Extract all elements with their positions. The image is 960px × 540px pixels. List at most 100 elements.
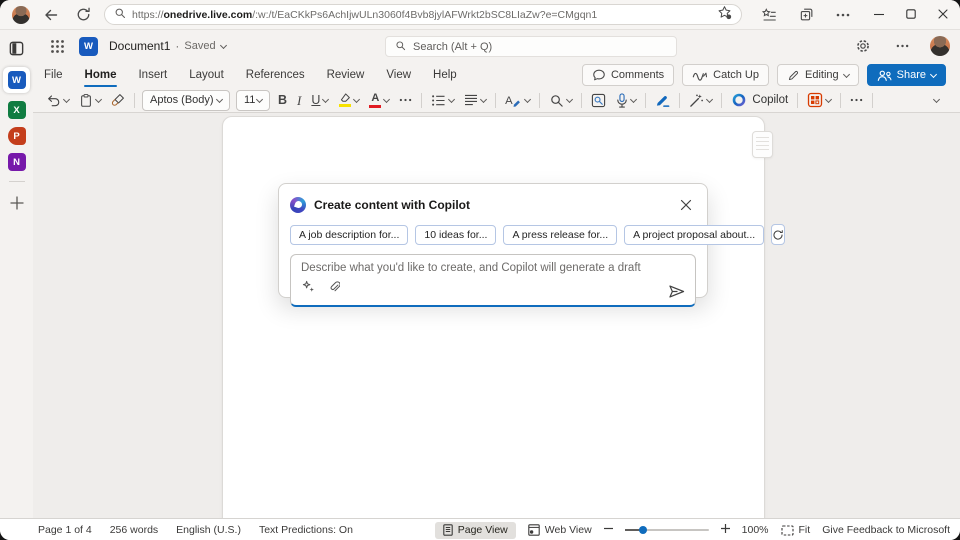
catch-up-button[interactable]: Catch Up [682,64,769,86]
maximize-icon[interactable] [906,6,916,24]
align-icon [464,94,478,106]
styles-button[interactable]: A [500,88,535,112]
menu-home[interactable]: Home [74,62,128,88]
menu-view[interactable]: View [375,62,422,88]
copilot-logo-icon [290,197,306,213]
sidebar-item-onenote[interactable]: N [8,153,26,171]
suggestion-chip[interactable]: 10 ideas for... [415,225,496,245]
back-icon[interactable] [40,4,62,26]
designer-button[interactable] [802,88,836,112]
search-input[interactable]: Search (Alt + Q) [385,36,677,57]
url-text: https://onedrive.live.com/:w:/t/EaCKkPs6… [132,9,711,21]
zoom-slider[interactable] [625,529,709,531]
address-bar[interactable]: https://onedrive.live.com/:w:/t/EaCKkPs6… [104,4,742,25]
auto-format-button[interactable] [684,88,717,112]
document-page[interactable] [222,116,765,518]
settings-gear-icon[interactable] [852,35,874,57]
share-button[interactable]: Share [867,64,946,86]
format-painter-button[interactable] [106,88,130,112]
fit-button[interactable]: Fit [781,524,811,536]
sidebar-item-powerpoint[interactable]: P [8,127,26,145]
find-button[interactable] [544,88,577,112]
zoom-slider-thumb[interactable] [639,526,647,534]
ribbon-display-options-button[interactable] [929,88,944,112]
app-launcher-icon[interactable] [46,35,68,57]
browser-profile-avatar[interactable] [12,6,30,24]
language-status[interactable]: English (U.S.) [176,524,241,536]
menu-layout[interactable]: Layout [178,62,235,88]
chevron-down-icon [630,95,637,102]
chevron-down-icon [353,95,360,102]
font-name-select[interactable]: Aptos (Body) [142,90,230,111]
italic-button[interactable]: I [292,88,306,112]
menu-review[interactable]: Review [316,62,376,88]
refresh-icon[interactable] [72,4,94,26]
margin-note-button[interactable] [752,131,773,158]
suggestion-chip[interactable]: A press release for... [503,225,617,245]
page-view-button[interactable]: Page View [435,522,516,539]
attach-paperclip-icon[interactable] [328,279,340,298]
suggestion-chip[interactable]: A project proposal about... [624,225,764,245]
dictate-button[interactable] [611,88,641,112]
chevron-down-icon [706,95,713,102]
title-separator: · [175,39,179,53]
word-count-status[interactable]: 256 words [110,524,158,536]
editor-button[interactable] [650,88,675,112]
word-app-icon[interactable]: W [79,37,98,56]
close-icon[interactable] [676,195,696,215]
underline-button[interactable]: U [306,88,333,112]
copilot-button[interactable]: Copilot [726,88,793,112]
chevron-down-icon [220,41,227,48]
browser-menu-icon[interactable] [832,4,854,26]
copilot-prompt-input[interactable] [301,262,685,280]
text-predictions-status[interactable]: Text Predictions: On [259,524,353,536]
font-size-select[interactable]: 11 [236,90,270,111]
user-avatar[interactable] [930,36,950,56]
copilot-dialog-header: Create content with Copilot [290,195,696,215]
microsoft365-tab-icon[interactable] [6,37,28,59]
more-ribbon-options-button[interactable] [845,88,868,112]
menu-references[interactable]: References [235,62,316,88]
text-highlight-button[interactable] [333,88,364,112]
font-color-button[interactable]: A [364,88,394,112]
more-options-icon[interactable] [891,35,913,57]
bold-button[interactable]: B [273,88,292,112]
refresh-icon [772,229,784,241]
undo-button[interactable] [41,88,74,112]
editing-mode-button[interactable]: Editing [777,64,859,86]
collections-icon[interactable] [795,4,817,26]
favorite-star-icon[interactable] [717,5,732,25]
sidebar-item-word[interactable]: W [3,67,30,93]
comments-button[interactable]: Comments [582,64,674,86]
more-font-options-button[interactable] [394,88,417,112]
zoom-out-button[interactable] [604,524,613,536]
web-view-button[interactable]: Web View [528,524,592,536]
ribbon-separator [840,93,841,108]
menu-file[interactable]: File [33,62,74,88]
word-icon: W [8,71,26,89]
suggestion-chip[interactable]: A job description for... [290,225,408,245]
sidebar-item-excel[interactable]: X [8,101,26,119]
close-icon[interactable] [938,6,948,24]
styles-icon: A [505,93,522,107]
bullet-list-button[interactable] [426,88,459,112]
paste-button[interactable] [74,88,106,112]
feedback-link[interactable]: Give Feedback to Microsoft [822,524,950,536]
catch-up-icon [692,69,708,81]
rewrite-sparkle-icon[interactable] [302,280,315,298]
search-in-document-button[interactable] [586,88,611,112]
menu-help[interactable]: Help [422,62,468,88]
paragraph-align-button[interactable] [459,88,491,112]
page-count-status[interactable]: Page 1 of 4 [38,524,92,536]
zoom-in-button[interactable] [721,524,730,536]
favorites-icon[interactable] [758,4,780,26]
add-app-icon[interactable] [6,192,28,214]
refresh-suggestions-button[interactable] [771,224,785,245]
zoom-level[interactable]: 100% [742,524,769,536]
send-prompt-button[interactable] [668,284,685,299]
browser-window: https://onedrive.live.com/:w:/t/EaCKkPs6… [0,0,960,540]
app-sidebar: W X P N [0,30,33,518]
menu-insert[interactable]: Insert [127,62,178,88]
minimize-icon[interactable] [874,6,884,24]
document-title[interactable]: Document1 · Saved [109,39,226,53]
